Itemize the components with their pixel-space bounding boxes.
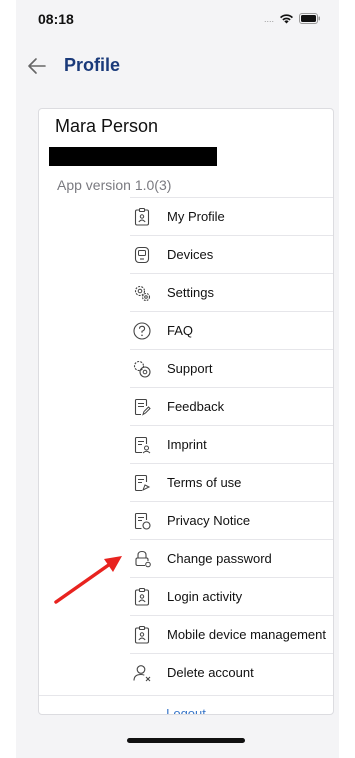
app-version: App version 1.0(3) [57,177,172,193]
status-time: 08:18 [38,11,74,27]
id-badge-icon [134,207,150,226]
status-bar: 08:18 .... [16,0,339,40]
menu-item-change-password[interactable]: Change password [130,539,333,577]
menu-item-delete-account[interactable]: Delete account [130,653,333,691]
user-name: Mara Person [55,116,159,136]
menu-item-label: Mobile device management [167,627,326,642]
wifi-icon [280,14,293,24]
menu-item-imprint[interactable]: Imprint [130,425,333,463]
menu-item-terms-of-use[interactable]: Terms of use [130,463,333,501]
menu-item-support[interactable]: Support [130,349,333,387]
header: Profile [16,50,339,84]
id-badge-icon [134,587,150,606]
logout-button[interactable]: Logout [39,695,333,714]
id-badge-icon [134,625,150,644]
support-icon [133,360,151,378]
menu-item-label: Feedback [167,399,225,414]
menu-item-label: Delete account [167,665,254,680]
arrow-left-icon[interactable] [26,55,48,77]
terms-icon [134,474,151,492]
device-icon [134,246,150,264]
home-indicator [127,738,245,743]
app-screen: 08:18 .... Profile Mara Person App versi… [16,0,339,758]
lock-icon [135,550,151,568]
status-icons: .... [264,13,321,24]
cellular-dots-icon: .... [263,13,274,24]
page-title: Profile [64,55,121,75]
menu-item-label: Devices [167,247,214,262]
menu-item-label: Privacy Notice [167,513,251,528]
menu-item-label: Support [167,361,213,376]
gears-icon [134,285,151,302]
menu-item-label: Imprint [167,437,207,452]
menu-item-devices[interactable]: Devices [130,235,333,273]
profile-card: Mara Person App version 1.0(3) My Profil… [38,108,334,715]
menu-item-label: FAQ [167,323,194,338]
annotation-arrow-icon [54,556,122,604]
menu-item-privacy-notice[interactable]: Privacy Notice [130,501,333,539]
user-remove-icon [133,665,151,682]
menu-item-label: Settings [167,285,214,300]
menu-item-label: My Profile [167,209,225,224]
profile-menu: My Profile Devices Settings FAQ Support … [130,197,333,691]
menu-item-mobile-device-management[interactable]: Mobile device management [130,615,333,653]
menu-item-my-profile[interactable]: My Profile [130,197,333,235]
menu-item-label: Login activity [167,589,243,604]
privacy-icon [134,512,151,530]
menu-item-label: Terms of use [167,475,242,490]
menu-item-faq[interactable]: FAQ [130,311,333,349]
menu-item-label: Change password [167,551,272,566]
redacted-block [49,147,217,166]
feedback-icon [134,398,151,416]
menu-item-login-activity[interactable]: Login activity [130,577,333,615]
menu-item-feedback[interactable]: Feedback [130,387,333,425]
imprint-icon [134,436,151,454]
question-circle-icon [133,322,151,340]
menu-item-settings[interactable]: Settings [130,273,333,311]
battery-icon [299,13,320,24]
